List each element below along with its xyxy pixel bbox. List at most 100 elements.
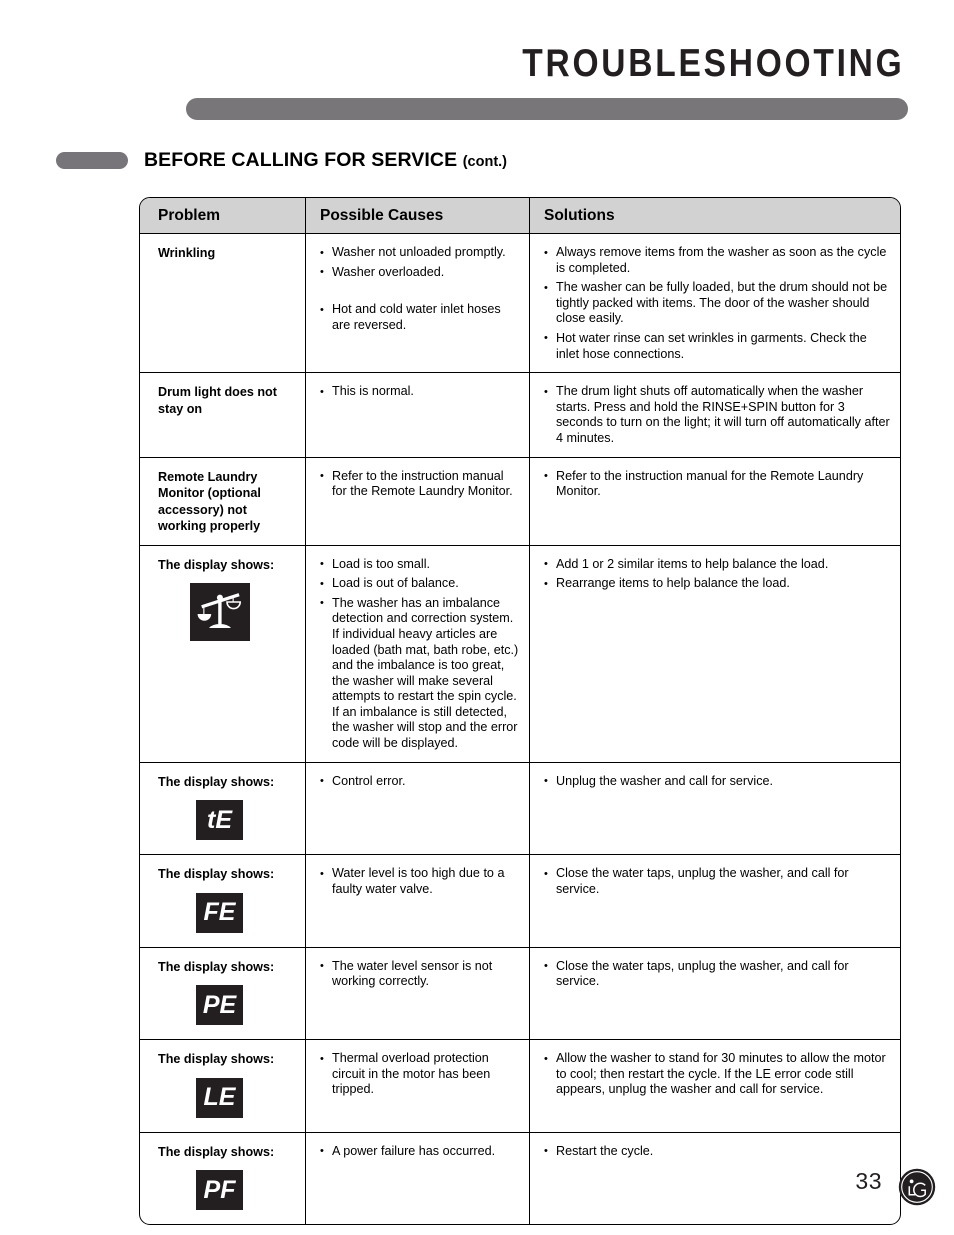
solutions-list: Restart the cycle. (544, 1143, 890, 1160)
table-row: The display shows: tE Control error. Unp… (140, 762, 900, 856)
list-item: A power failure has occurred. (320, 1143, 521, 1160)
list-item: Restart the cycle. (544, 1143, 890, 1160)
header-rule-bar (186, 98, 908, 120)
list-item: The water level sensor is not working co… (320, 958, 521, 990)
problem-label: Remote Laundry Monitor (optional accesso… (158, 469, 261, 534)
cell-problem: The display shows: (140, 545, 306, 762)
cell-problem: Remote Laundry Monitor (optional accesso… (140, 457, 306, 545)
list-item: Rearrange items to help balance the load… (544, 576, 890, 592)
solutions-list: Close the water taps, unplug the washer,… (544, 958, 890, 990)
solutions-list: Close the water taps, unplug the washer,… (544, 866, 890, 897)
table-row: The display shows: PE The water level se… (140, 947, 900, 1041)
table-row: The display shows: FE Water level is too… (140, 855, 900, 948)
solutions-list: Allow the washer to stand for 30 minutes… (544, 1051, 890, 1098)
section-title-text: BEFORE CALLING FOR SERVICE (144, 149, 458, 171)
table-header-row: Problem Possible Causes Solutions (140, 198, 900, 234)
cell-causes: Control error. (306, 762, 530, 855)
causes-list: Water level is too high due to a faulty … (320, 866, 521, 897)
list-item: Close the water taps, unplug the washer,… (544, 958, 890, 990)
list-item: Allow the washer to stand for 30 minutes… (544, 1051, 890, 1098)
cell-causes: The water level sensor is not working co… (306, 947, 530, 1040)
list-item: Unplug the washer and call for service. (544, 773, 890, 790)
causes-list: Control error. (320, 773, 521, 790)
problem-label: The display shows: (158, 1144, 275, 1159)
solutions-list: The drum light shuts off automatically w… (544, 384, 890, 446)
cell-solutions: Allow the washer to stand for 30 minutes… (530, 1040, 900, 1132)
list-item: Hot water rinse can set wrinkles in garm… (544, 330, 890, 362)
cell-problem: Wrinkling (140, 234, 306, 373)
section-bullet-pill (56, 152, 128, 169)
cell-causes: This is normal. (306, 373, 530, 457)
problem-label: The display shows: (158, 557, 275, 572)
problem-label: The display shows: (158, 959, 275, 974)
list-item: Thermal overload protection circuit in t… (320, 1051, 521, 1098)
list-item: Washer not unloaded promptly. (320, 245, 521, 261)
section-title: BEFORE CALLING FOR SERVICE (cont.) (144, 146, 507, 176)
table-row: The display shows: • Load is too small. … (140, 545, 900, 763)
solutions-list: Always remove items from the washer as s… (544, 244, 890, 362)
cell-causes: Thermal overload protection circuit in t… (306, 1040, 530, 1132)
page-number: 33 (855, 1168, 882, 1194)
error-code-chip: tE (196, 800, 243, 841)
cell-problem: The display shows: tE (140, 762, 306, 855)
list-item: Close the water taps, unplug the washer,… (544, 866, 890, 897)
list-item: The washer can be fully loaded, but the … (544, 280, 890, 327)
column-header-problem: Problem (140, 198, 306, 233)
lg-logo (898, 1168, 936, 1206)
causes-list: This is normal. (320, 384, 521, 400)
error-code-text: PE (202, 990, 237, 1019)
causes-list: Washer not unloaded promptly. Washer ove… (320, 245, 521, 333)
cell-problem: The display shows: FE (140, 855, 306, 947)
list-item: Always remove items from the washer as s… (544, 244, 890, 276)
error-code-chip: PE (196, 985, 243, 1026)
solutions-list: Refer to the instruction manual for the … (544, 468, 890, 500)
cell-solutions: Close the water taps, unplug the washer,… (530, 855, 900, 947)
table-row: The display shows: LE Thermal overload p… (140, 1040, 900, 1133)
column-header-possible-causes: Possible Causes (306, 198, 530, 233)
causes-list: Thermal overload protection circuit in t… (320, 1051, 521, 1098)
section-title-cont: (cont.) (462, 154, 508, 170)
cell-solutions: Unplug the washer and call for service. (530, 763, 900, 855)
list-item: Load is too small. (320, 556, 521, 573)
column-header-solutions: Solutions (544, 207, 615, 224)
section-heading: BEFORE CALLING FOR SERVICE (cont.) (56, 146, 916, 176)
cell-problem: Drum light does not stay on (140, 373, 306, 457)
error-code-text: FE (203, 898, 236, 927)
list-item: Hot and cold water inlet hoses are rever… (320, 302, 521, 333)
problem-label: The display shows: (158, 1052, 275, 1067)
cell-problem: The display shows: PE (140, 947, 306, 1040)
list-item: Control error. (320, 773, 521, 790)
causes-list: A power failure has occurred. (320, 1143, 521, 1160)
problem-label: Drum light does not stay on (158, 385, 277, 416)
troubleshooting-table: Problem Possible Causes Solutions Wrinkl… (139, 197, 901, 1226)
cell-causes: Load is too small. Load is out of balanc… (306, 545, 530, 762)
list-item: The washer has an imbalance detection an… (320, 595, 521, 752)
table-row: Remote Laundry Monitor (optional accesso… (140, 457, 900, 546)
causes-list: Load is too small. Load is out of balanc… (320, 556, 521, 752)
list-item: Refer to the instruction manual for the … (320, 468, 521, 500)
page-header: TROUBLESHOOTING (0, 0, 954, 130)
problem-label: Wrinkling (158, 246, 216, 260)
cell-solutions: Close the water taps, unplug the washer,… (530, 948, 900, 1040)
chapter-title: TROUBLESHOOTING (521, 42, 904, 85)
list-item: Add 1 or 2 similar items to help balance… (544, 556, 890, 573)
balance-scale-icon (190, 583, 250, 642)
cell-solutions: Refer to the instruction manual for the … (530, 458, 900, 545)
cell-causes: Water level is too high due to a faulty … (306, 855, 530, 947)
table-row: Wrinkling Washer not unloaded promptly. … (140, 234, 900, 374)
list-item: Washer overloaded. (320, 264, 521, 281)
cell-solutions: Always remove items from the washer as s… (530, 234, 900, 372)
causes-list: The water level sensor is not working co… (320, 958, 521, 990)
list-item: Load is out of balance. (320, 576, 521, 592)
page-footer: 33 (0, 1168, 954, 1218)
problem-label: The display shows: (158, 867, 275, 882)
cell-problem: The display shows: LE (140, 1040, 306, 1132)
solutions-list: Unplug the washer and call for service. (544, 773, 890, 790)
solutions-list: Add 1 or 2 similar items to help balance… (544, 556, 890, 592)
error-code-chip: LE (196, 1077, 243, 1118)
error-code-text: tE (207, 805, 232, 834)
problem-label: The display shows: (158, 774, 275, 789)
list-item: Water level is too high due to a faulty … (320, 866, 521, 897)
cell-causes: Refer to the instruction manual for the … (306, 457, 530, 545)
cell-causes: Washer not unloaded promptly. Washer ove… (306, 234, 530, 373)
